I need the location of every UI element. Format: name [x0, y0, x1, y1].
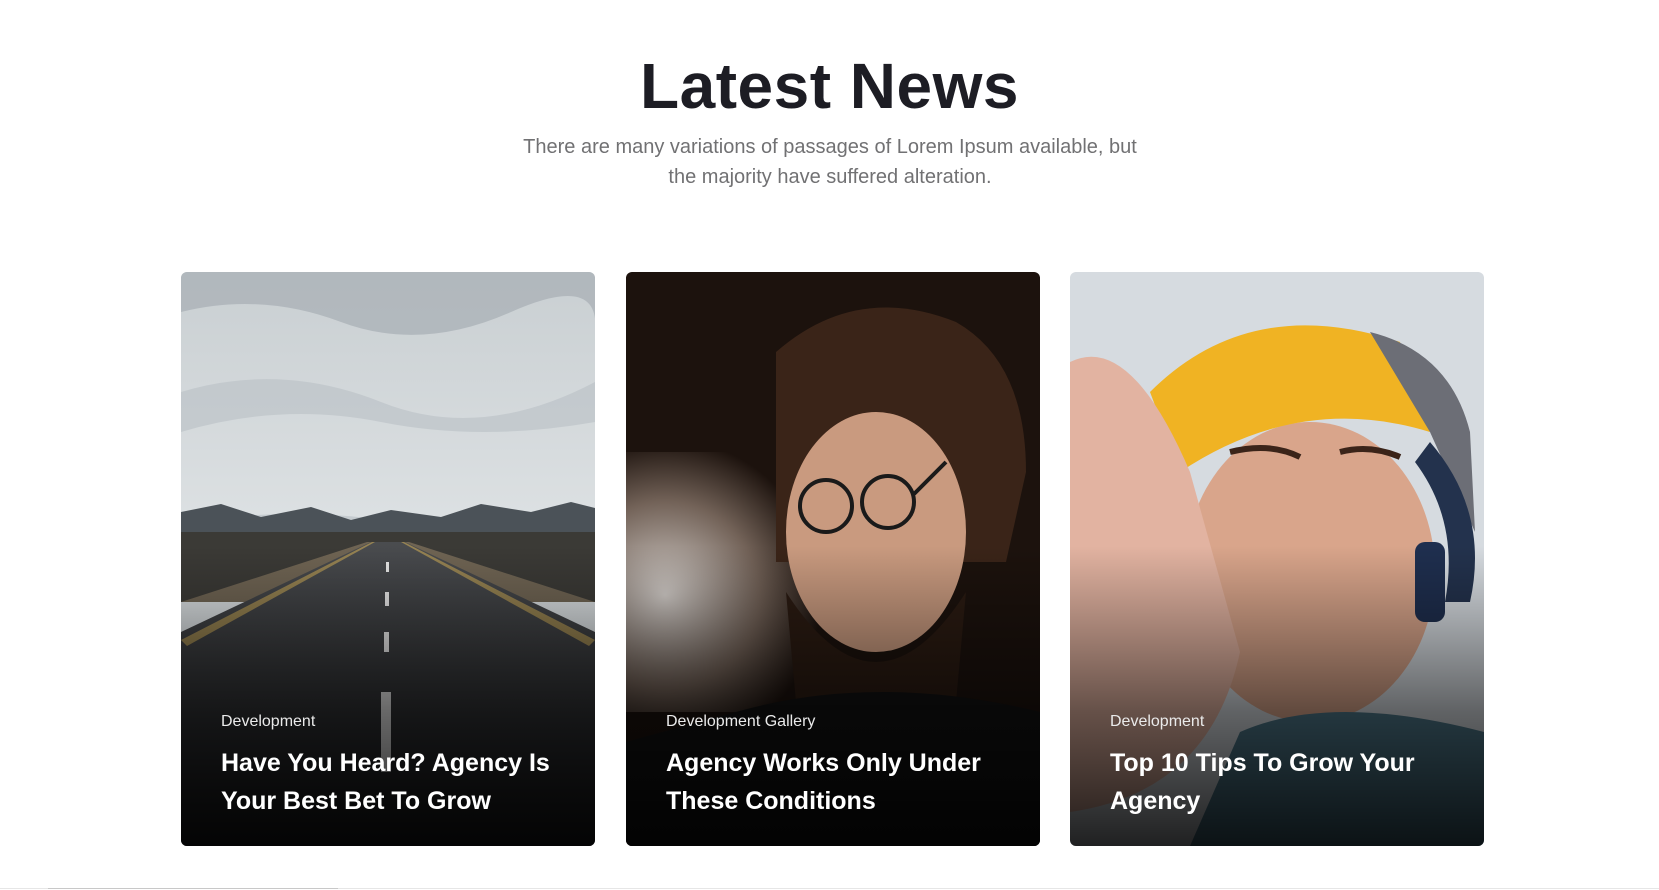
news-card[interactable]: Development Top 10 Tips To Grow Your Age…	[1070, 272, 1484, 846]
news-card[interactable]: Development Have You Heard? Agency Is Yo…	[181, 272, 595, 846]
news-card-grid: Development Have You Heard? Agency Is Yo…	[181, 272, 1484, 846]
card-category[interactable]: Development	[1110, 712, 1454, 732]
card-title[interactable]: Have You Heard? Agency Is Your Best Bet …	[221, 744, 565, 820]
card-title[interactable]: Top 10 Tips To Grow Your Agency	[1110, 744, 1454, 820]
section-title: Latest News	[640, 50, 1019, 122]
card-category[interactable]: Development Gallery	[666, 712, 1010, 732]
latest-news-section: Latest News There are many variations of…	[0, 0, 1659, 890]
news-card[interactable]: Development Gallery Agency Works Only Un…	[626, 272, 1040, 846]
card-category[interactable]: Development	[221, 712, 565, 732]
section-subtitle: There are many variations of passages of…	[523, 136, 1137, 188]
card-title[interactable]: Agency Works Only Under These Conditions	[666, 744, 1010, 820]
bottom-divider-segment	[48, 888, 338, 889]
